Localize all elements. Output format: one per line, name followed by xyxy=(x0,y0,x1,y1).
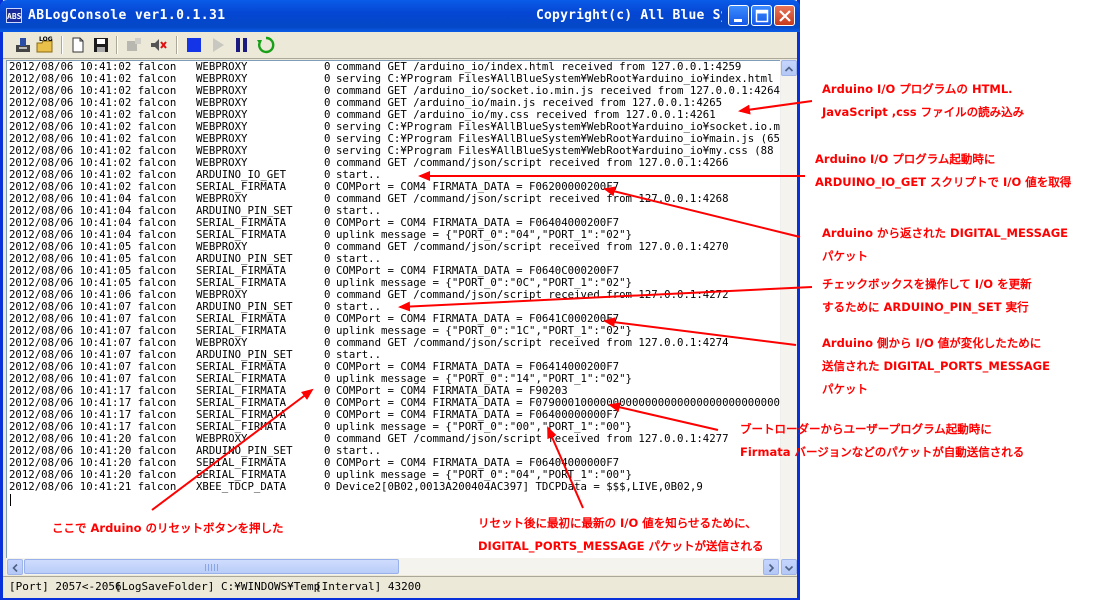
arrow-bootloader xyxy=(608,402,719,431)
arrow-ports-message xyxy=(603,317,797,346)
arrow-html-load xyxy=(738,100,813,115)
arrow-pin-set xyxy=(398,286,813,312)
arrow-reset-button xyxy=(151,388,314,511)
arrow-digital-message xyxy=(603,186,801,238)
arrow-after-reset xyxy=(547,426,584,509)
annotation-arrows xyxy=(151,100,813,511)
